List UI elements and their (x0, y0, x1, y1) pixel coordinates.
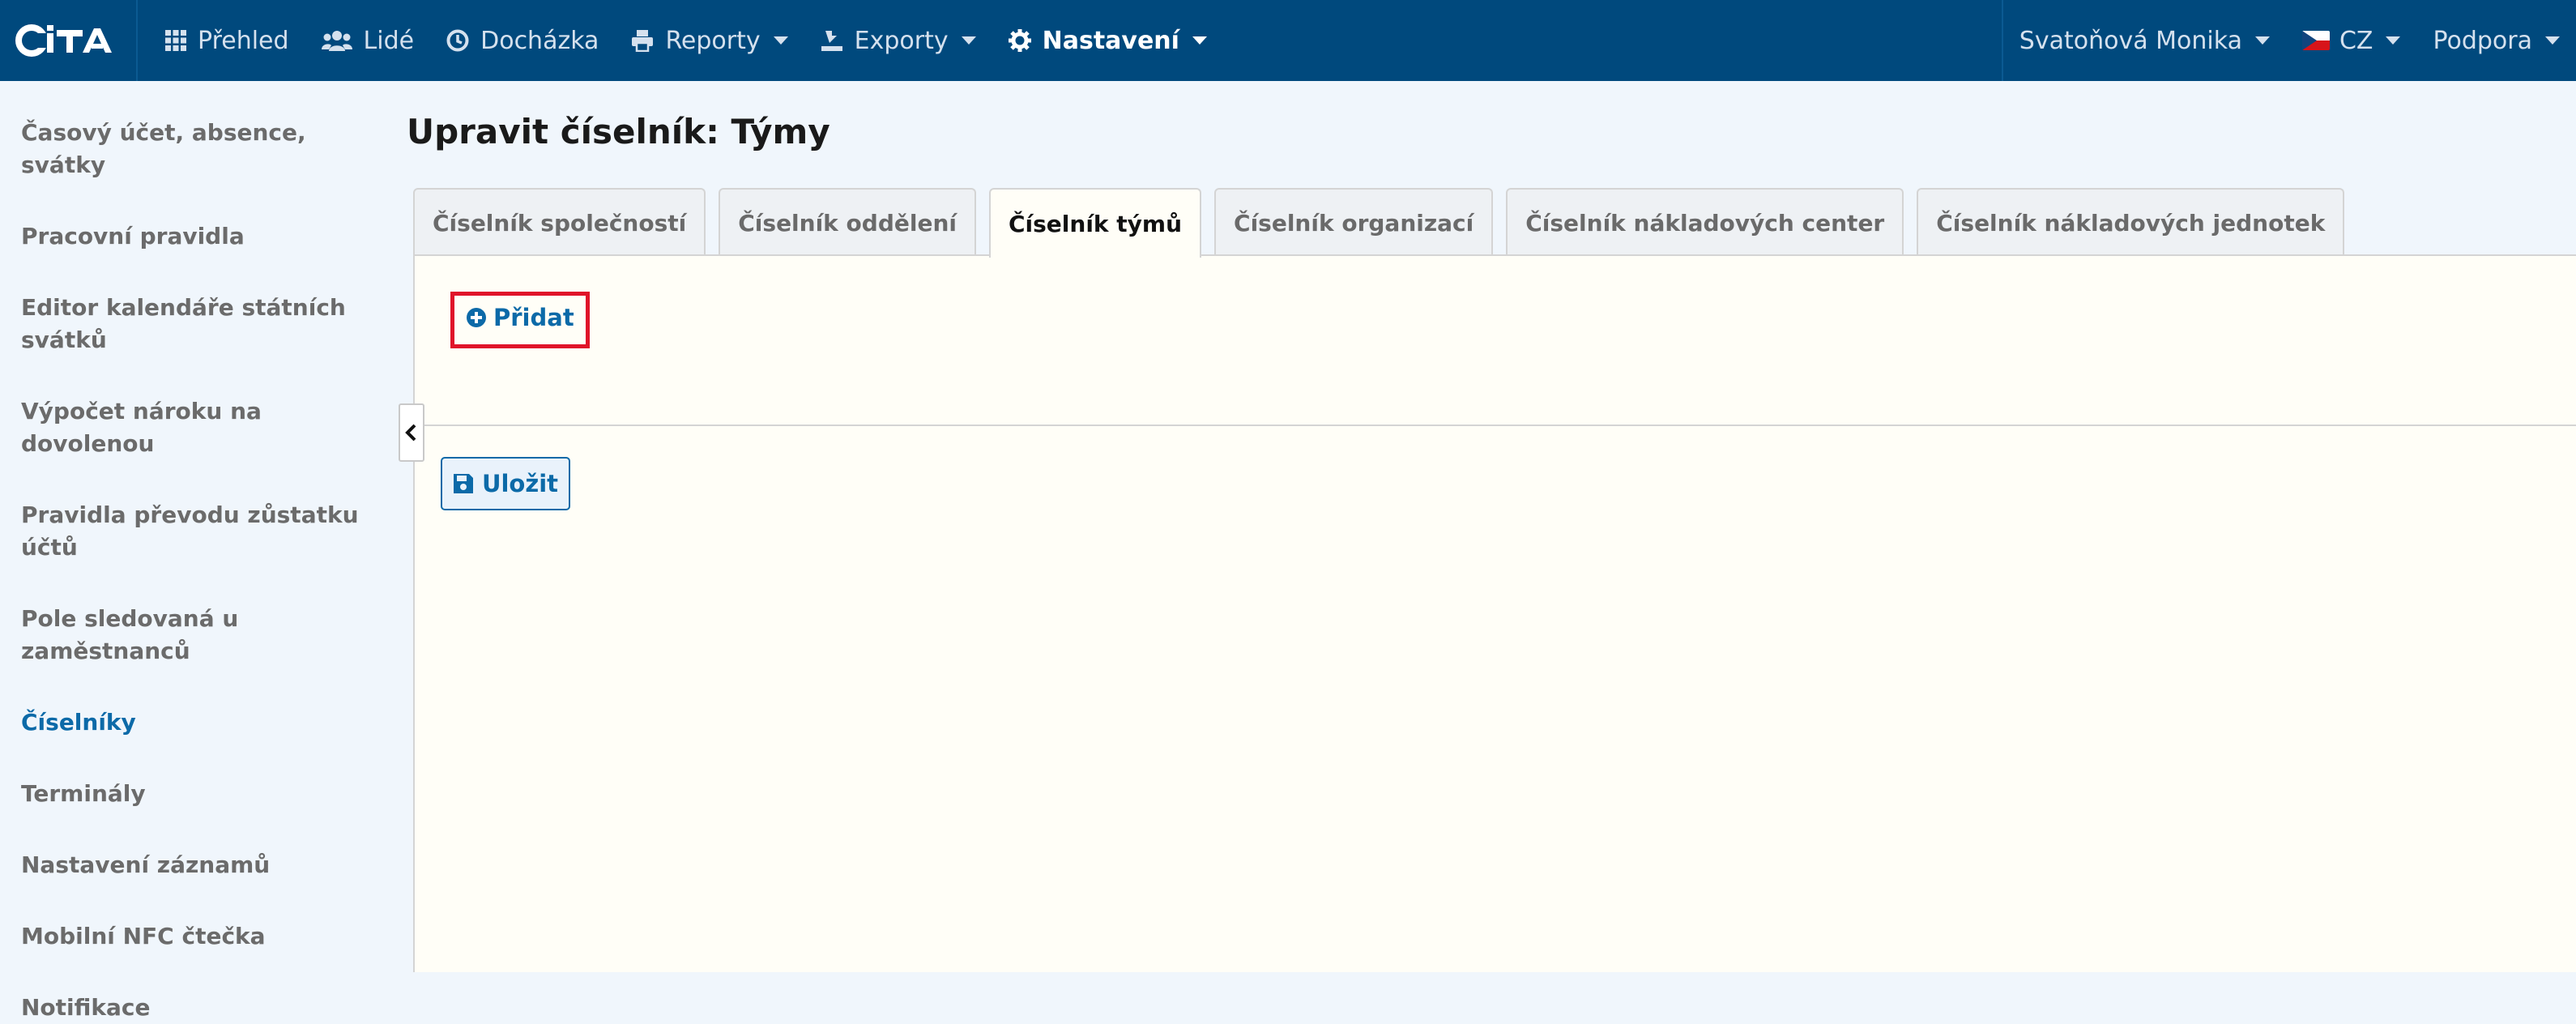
grid-icon (165, 30, 186, 51)
export-icon (821, 29, 843, 52)
user-name: Svatoňová Monika (2019, 26, 2242, 55)
sidebar-collapse-button[interactable] (399, 403, 424, 462)
nav-lide[interactable]: Lidé (305, 0, 431, 81)
chevron-down-icon (2386, 36, 2401, 45)
sidebar-item-work-rules[interactable]: Pracovní pravidla (0, 220, 389, 253)
nav-exporty[interactable]: Exporty (804, 0, 992, 81)
chevron-left-icon (405, 424, 416, 442)
nav-dochazka-label: Docházka (480, 26, 599, 55)
settings-sidebar: Časový účet, absence, svátky Pracovní pr… (0, 81, 389, 1021)
language-code: CZ (2339, 26, 2373, 55)
cita-logo-icon (15, 24, 112, 57)
clock-icon (446, 29, 469, 52)
codelist-tabs: Číselník společností Číselník oddělení Č… (413, 188, 2357, 258)
tab-cost-centers[interactable]: Číselník nákladových center (1506, 188, 1904, 256)
sidebar-item-holiday-calendar[interactable]: Editor kalendáře státních svátků (0, 292, 389, 356)
sidebar-item-codelists[interactable]: Číselníky (0, 706, 389, 739)
floppy-disk-icon (453, 473, 474, 494)
sidebar-item-terminals[interactable]: Terminály (0, 778, 389, 810)
main-nav: Přehled Lidé Docházka Reporty Exporty Na… (138, 0, 1223, 81)
support-menu[interactable]: Podpora (2416, 0, 2576, 81)
nav-reporty-label: Reporty (665, 26, 761, 55)
sidebar-item-notifications[interactable]: Notifikace (0, 992, 389, 1024)
sidebar-item-vacation-calc[interactable]: Výpočet nároku na dovolenou (0, 395, 389, 460)
printer-icon (631, 29, 654, 52)
panel-divider (415, 425, 2576, 426)
plus-circle-icon (466, 307, 487, 328)
sidebar-item-employee-fields[interactable]: Pole sledovaná u zaměstnanců (0, 603, 389, 668)
cita-logo[interactable] (0, 0, 138, 81)
sidebar-item-balance-transfer[interactable]: Pravidla převodu zůstatku účtů (0, 499, 389, 564)
chevron-down-icon (2545, 36, 2560, 45)
nav-right: Svatoňová Monika CZ Podpora (2001, 0, 2576, 81)
nav-nastaveni[interactable]: Nastavení (992, 0, 1223, 81)
page-title: Upravit číselník: Týmy (407, 112, 830, 151)
sidebar-item-time-account[interactable]: Časový účet, absence, svátky (0, 117, 389, 181)
language-menu[interactable]: CZ (2286, 0, 2417, 81)
tab-departments[interactable]: Číselník oddělení (719, 188, 976, 256)
nav-exporty-label: Exporty (854, 26, 949, 55)
tab-cost-units[interactable]: Číselník nákladových jednotek (1917, 188, 2345, 256)
tab-teams[interactable]: Číselník týmů (988, 188, 1202, 258)
nav-prehled[interactable]: Přehled (149, 0, 305, 81)
save-button[interactable]: Uložit (441, 457, 570, 510)
czech-flag-icon (2301, 31, 2330, 50)
gear-icon (1008, 29, 1031, 52)
nav-nastaveni-label: Nastavení (1042, 26, 1179, 55)
chevron-down-icon (1192, 36, 1207, 45)
tab-content-panel: Přidat Uložit (413, 254, 2576, 972)
add-button[interactable]: Přidat (466, 304, 574, 331)
chevron-down-icon (773, 36, 788, 45)
chevron-down-icon (2254, 36, 2270, 45)
users-icon (321, 30, 352, 51)
add-button-highlight: Přidat (450, 292, 590, 348)
save-button-label: Uložit (481, 470, 559, 497)
add-button-label: Přidat (493, 304, 574, 331)
nav-dochazka[interactable]: Docházka (430, 0, 615, 81)
sidebar-item-nfc-reader[interactable]: Mobilní NFC čtečka (0, 920, 389, 953)
tab-companies[interactable]: Číselník společností (413, 188, 706, 256)
sidebar-item-record-settings[interactable]: Nastavení záznamů (0, 849, 389, 881)
user-menu[interactable]: Svatoňová Monika (2003, 0, 2286, 81)
top-navbar: Přehled Lidé Docházka Reporty Exporty Na… (0, 0, 2576, 81)
tab-organizations[interactable]: Číselník organizací (1214, 188, 1494, 256)
nav-prehled-label: Přehled (198, 26, 289, 55)
nav-reporty[interactable]: Reporty (615, 0, 804, 81)
nav-lide-label: Lidé (363, 26, 415, 55)
support-label: Podpora (2433, 26, 2532, 55)
chevron-down-icon (961, 36, 976, 45)
